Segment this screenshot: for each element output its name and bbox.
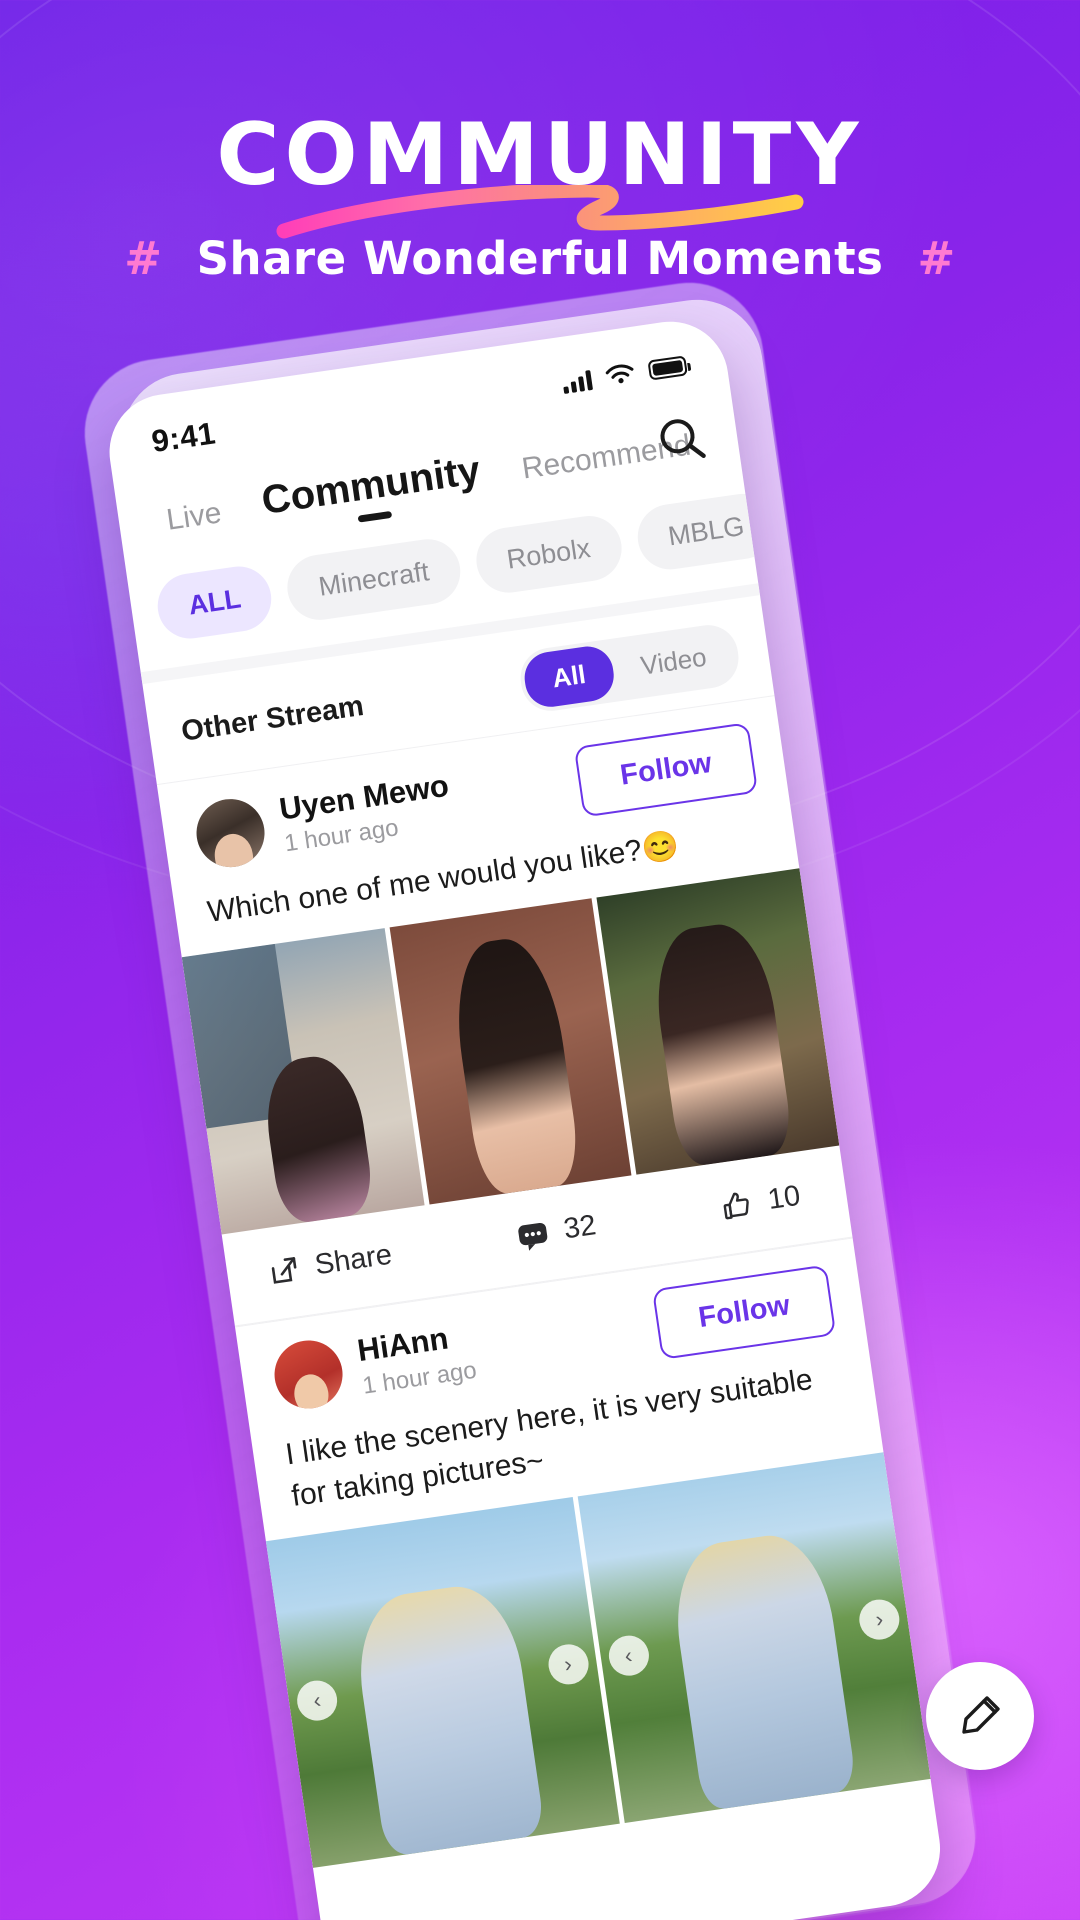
avatar[interactable] [191, 794, 269, 872]
like-button[interactable]: 10 [718, 1179, 802, 1224]
search-icon[interactable] [651, 409, 712, 470]
toggle-all[interactable]: All [520, 643, 618, 711]
wifi-icon [605, 364, 634, 384]
status-bar-time: 9:41 [149, 415, 218, 460]
phone-screen: 9:41 Live Community Recommend ALL Minecr… [101, 314, 948, 1920]
post-author-block[interactable]: HiAnn 1 hour ago [270, 1317, 478, 1414]
post-photo[interactable] [181, 927, 425, 1235]
carousel-prev-icon[interactable]: ‹ [294, 1677, 340, 1724]
carousel-next-icon[interactable]: › [545, 1641, 591, 1687]
hero-subtitle-text: Share Wonderful Moments [196, 232, 884, 285]
phone-mockup: 9:41 Live Community Recommend ALL Minecr… [74, 272, 986, 1920]
battery-full-icon [647, 355, 688, 381]
post-photo[interactable]: ‹ › [265, 1496, 620, 1868]
post-item: Uyen Mewo 1 hour ago Follow Which one of… [156, 695, 853, 1327]
thumbs-up-icon [723, 1192, 749, 1219]
carousel-next-icon[interactable]: › [856, 1596, 902, 1643]
hash-left-icon: # [124, 232, 163, 285]
post-item: HiAnn 1 hour ago Follow I like the scene… [234, 1237, 931, 1868]
share-label: Share [312, 1238, 394, 1282]
hash-right-icon: # [917, 232, 956, 285]
share-icon [271, 1256, 297, 1284]
follow-button[interactable]: Follow [652, 1264, 837, 1360]
post-photo[interactable]: ‹ › [577, 1452, 931, 1823]
other-stream-label: Other Stream [179, 689, 366, 748]
carousel-prev-icon[interactable]: ‹ [605, 1632, 652, 1679]
chip-all[interactable]: ALL [153, 562, 277, 643]
compose-post-fab[interactable] [926, 1662, 1034, 1770]
comment-button[interactable]: 32 [514, 1209, 598, 1254]
comment-icon [518, 1222, 548, 1251]
follow-button[interactable]: Follow [573, 722, 759, 818]
toggle-video[interactable]: Video [609, 626, 738, 698]
chip-minecraft[interactable]: Minecraft [283, 535, 465, 625]
signal-bars-icon [561, 368, 594, 394]
avatar[interactable] [270, 1336, 348, 1414]
chip-mblg[interactable]: MBLG [633, 489, 759, 574]
pencil-edit-icon [962, 1696, 1000, 1734]
hero-subtitle: # Share Wonderful Moments # [0, 232, 1080, 285]
tab-live[interactable]: Live [164, 496, 224, 545]
post-photo[interactable] [596, 867, 840, 1175]
chip-robolx[interactable]: Robolx [471, 511, 626, 597]
post-photo[interactable] [389, 897, 632, 1205]
hero-banner: COMMUNITY # Share Wonderful Moments # [0, 0, 1080, 320]
like-count: 10 [765, 1179, 803, 1217]
share-button[interactable]: Share [265, 1238, 394, 1290]
title-swoosh-underline [276, 185, 804, 239]
media-type-toggle[interactable]: All Video [516, 621, 743, 715]
status-bar-icons [561, 353, 688, 395]
comment-count: 32 [561, 1209, 599, 1246]
